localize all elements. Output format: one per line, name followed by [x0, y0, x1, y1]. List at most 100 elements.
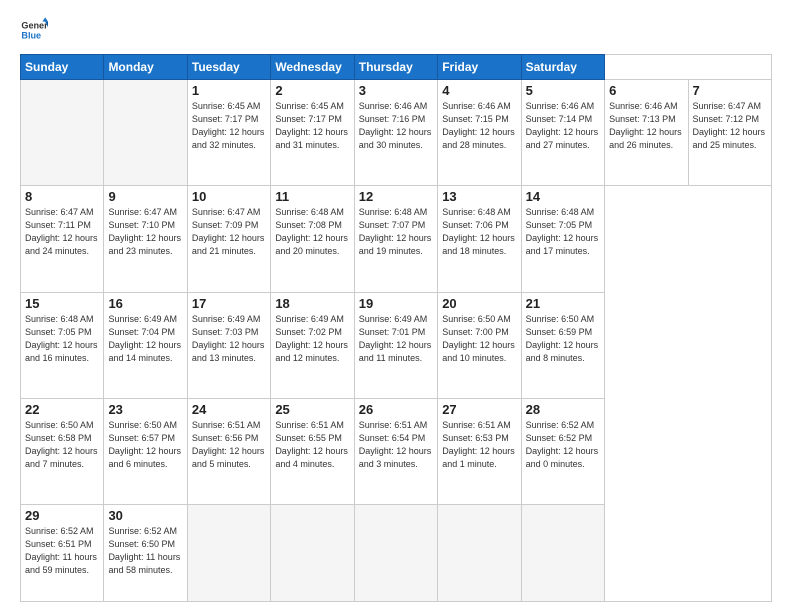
day-info: Sunrise: 6:51 AMSunset: 6:56 PMDaylight:…	[192, 419, 266, 471]
day-info: Sunrise: 6:51 AMSunset: 6:54 PMDaylight:…	[359, 419, 433, 471]
calendar-cell: 17 Sunrise: 6:49 AMSunset: 7:03 PMDayligh…	[187, 292, 270, 398]
day-number: 28	[526, 402, 600, 417]
calendar-table: SundayMondayTuesdayWednesdayThursdayFrid…	[20, 54, 772, 602]
weekday-header: Sunday	[21, 55, 104, 80]
svg-text:General: General	[21, 21, 48, 31]
week-row: 22Sunrise: 6:50 AMSunset: 6:58 PMDayligh…	[21, 398, 772, 504]
logo-icon: General Blue	[20, 16, 48, 44]
day-number: 14	[526, 189, 600, 204]
calendar-cell: 4 Sunrise: 6:46 AMSunset: 7:15 PMDaylight…	[438, 80, 521, 186]
day-info: Sunrise: 6:52 AMSunset: 6:52 PMDaylight:…	[526, 419, 600, 471]
day-info: Sunrise: 6:48 AMSunset: 7:06 PMDaylight:…	[442, 206, 516, 258]
day-number: 7	[693, 83, 768, 98]
day-number: 9	[108, 189, 182, 204]
day-info: Sunrise: 6:46 AMSunset: 7:14 PMDaylight:…	[526, 100, 600, 152]
day-info: Sunrise: 6:48 AMSunset: 7:07 PMDaylight:…	[359, 206, 433, 258]
day-number: 10	[192, 189, 266, 204]
day-info: Sunrise: 6:46 AMSunset: 7:15 PMDaylight:…	[442, 100, 516, 152]
header: General Blue	[20, 16, 772, 44]
day-info: Sunrise: 6:47 AMSunset: 7:11 PMDaylight:…	[25, 206, 99, 258]
day-info: Sunrise: 6:50 AMSunset: 6:57 PMDaylight:…	[108, 419, 182, 471]
day-number: 13	[442, 189, 516, 204]
calendar-cell	[21, 80, 104, 186]
day-info: Sunrise: 6:47 AMSunset: 7:10 PMDaylight:…	[108, 206, 182, 258]
day-info: Sunrise: 6:49 AMSunset: 7:02 PMDaylight:…	[275, 313, 349, 365]
day-number: 25	[275, 402, 349, 417]
calendar-cell: 30 Sunrise: 6:52 AMSunset: 6:50 PMDayligh…	[104, 505, 187, 602]
day-number: 4	[442, 83, 516, 98]
day-info: Sunrise: 6:52 AMSunset: 6:50 PMDaylight:…	[108, 525, 182, 577]
calendar-cell	[104, 80, 187, 186]
logo: General Blue	[20, 16, 48, 44]
day-number: 17	[192, 296, 266, 311]
day-number: 29	[25, 508, 99, 523]
week-row: 1 Sunrise: 6:45 AMSunset: 7:17 PMDaylight…	[21, 80, 772, 186]
weekday-header: Wednesday	[271, 55, 354, 80]
calendar-cell: 6 Sunrise: 6:46 AMSunset: 7:13 PMDaylight…	[605, 80, 688, 186]
calendar-cell: 21 Sunrise: 6:50 AMSunset: 6:59 PMDayligh…	[521, 292, 604, 398]
calendar-cell: 15Sunrise: 6:48 AMSunset: 7:05 PMDayligh…	[21, 292, 104, 398]
day-info: Sunrise: 6:46 AMSunset: 7:16 PMDaylight:…	[359, 100, 433, 152]
day-number: 1	[192, 83, 266, 98]
calendar-cell: 24 Sunrise: 6:51 AMSunset: 6:56 PMDayligh…	[187, 398, 270, 504]
day-info: Sunrise: 6:48 AMSunset: 7:05 PMDaylight:…	[25, 313, 99, 365]
calendar-cell: 20 Sunrise: 6:50 AMSunset: 7:00 PMDayligh…	[438, 292, 521, 398]
day-info: Sunrise: 6:51 AMSunset: 6:53 PMDaylight:…	[442, 419, 516, 471]
calendar-cell	[521, 505, 604, 602]
day-number: 24	[192, 402, 266, 417]
weekday-header-row: SundayMondayTuesdayWednesdayThursdayFrid…	[21, 55, 772, 80]
calendar-cell: 22Sunrise: 6:50 AMSunset: 6:58 PMDayligh…	[21, 398, 104, 504]
week-row: 8 Sunrise: 6:47 AMSunset: 7:11 PMDaylight…	[21, 186, 772, 292]
calendar-cell: 11 Sunrise: 6:48 AMSunset: 7:08 PMDayligh…	[271, 186, 354, 292]
calendar-cell: 28 Sunrise: 6:52 AMSunset: 6:52 PMDayligh…	[521, 398, 604, 504]
day-number: 20	[442, 296, 516, 311]
day-number: 19	[359, 296, 433, 311]
calendar-cell: 25Sunrise: 6:51 AMSunset: 6:55 PMDayligh…	[271, 398, 354, 504]
day-number: 21	[526, 296, 600, 311]
day-number: 30	[108, 508, 182, 523]
calendar-cell: 29 Sunrise: 6:52 AMSunset: 6:51 PMDayligh…	[21, 505, 104, 602]
calendar-cell: 3 Sunrise: 6:46 AMSunset: 7:16 PMDaylight…	[354, 80, 437, 186]
day-number: 5	[526, 83, 600, 98]
weekday-header: Monday	[104, 55, 187, 80]
day-number: 11	[275, 189, 349, 204]
day-info: Sunrise: 6:48 AMSunset: 7:08 PMDaylight:…	[275, 206, 349, 258]
day-info: Sunrise: 6:49 AMSunset: 7:03 PMDaylight:…	[192, 313, 266, 365]
day-number: 6	[609, 83, 683, 98]
weekday-header: Tuesday	[187, 55, 270, 80]
day-info: Sunrise: 6:52 AMSunset: 6:51 PMDaylight:…	[25, 525, 99, 577]
day-number: 12	[359, 189, 433, 204]
calendar-cell: 1Sunrise: 6:45 AMSunset: 7:17 PMDaylight…	[187, 80, 270, 186]
day-info: Sunrise: 6:50 AMSunset: 7:00 PMDaylight:…	[442, 313, 516, 365]
day-info: Sunrise: 6:50 AMSunset: 6:59 PMDaylight:…	[526, 313, 600, 365]
day-info: Sunrise: 6:46 AMSunset: 7:13 PMDaylight:…	[609, 100, 683, 152]
weekday-header: Friday	[438, 55, 521, 80]
day-number: 8	[25, 189, 99, 204]
calendar-cell	[354, 505, 437, 602]
day-number: 27	[442, 402, 516, 417]
week-row: 29 Sunrise: 6:52 AMSunset: 6:51 PMDayligh…	[21, 505, 772, 602]
calendar-cell: 2 Sunrise: 6:45 AMSunset: 7:17 PMDaylight…	[271, 80, 354, 186]
calendar-cell: 13 Sunrise: 6:48 AMSunset: 7:06 PMDayligh…	[438, 186, 521, 292]
day-info: Sunrise: 6:49 AMSunset: 7:01 PMDaylight:…	[359, 313, 433, 365]
calendar-cell: 7 Sunrise: 6:47 AMSunset: 7:12 PMDaylight…	[688, 80, 772, 186]
calendar-cell: 5 Sunrise: 6:46 AMSunset: 7:14 PMDaylight…	[521, 80, 604, 186]
weekday-header: Saturday	[521, 55, 604, 80]
day-number: 3	[359, 83, 433, 98]
calendar-cell: 27 Sunrise: 6:51 AMSunset: 6:53 PMDayligh…	[438, 398, 521, 504]
calendar-cell: 26 Sunrise: 6:51 AMSunset: 6:54 PMDayligh…	[354, 398, 437, 504]
day-number: 23	[108, 402, 182, 417]
week-row: 15Sunrise: 6:48 AMSunset: 7:05 PMDayligh…	[21, 292, 772, 398]
day-number: 16	[108, 296, 182, 311]
weekday-header: Thursday	[354, 55, 437, 80]
calendar-cell	[271, 505, 354, 602]
day-number: 2	[275, 83, 349, 98]
calendar-cell: 23 Sunrise: 6:50 AMSunset: 6:57 PMDayligh…	[104, 398, 187, 504]
day-info: Sunrise: 6:47 AMSunset: 7:12 PMDaylight:…	[693, 100, 768, 152]
calendar-cell: 8 Sunrise: 6:47 AMSunset: 7:11 PMDaylight…	[21, 186, 104, 292]
day-info: Sunrise: 6:50 AMSunset: 6:58 PMDaylight:…	[25, 419, 99, 471]
calendar-cell: 16Sunrise: 6:49 AMSunset: 7:04 PMDayligh…	[104, 292, 187, 398]
day-number: 26	[359, 402, 433, 417]
calendar-cell: 19 Sunrise: 6:49 AMSunset: 7:01 PMDayligh…	[354, 292, 437, 398]
day-info: Sunrise: 6:45 AMSunset: 7:17 PMDaylight:…	[275, 100, 349, 152]
